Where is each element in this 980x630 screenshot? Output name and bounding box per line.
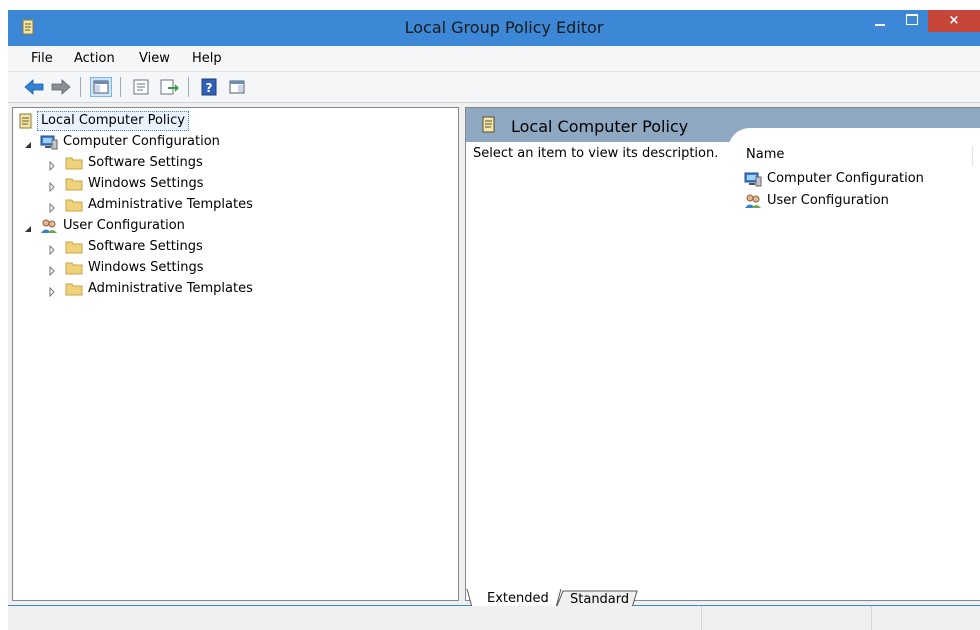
details-pane: Local Computer Policy Select an item to … xyxy=(465,107,980,601)
details-header: Local Computer Policy xyxy=(466,108,980,168)
maximize-button[interactable] xyxy=(898,10,926,32)
computer-icon xyxy=(40,134,58,150)
forward-arrow-icon[interactable] xyxy=(50,77,72,97)
folder-icon xyxy=(65,155,83,171)
menu-action[interactable]: Action xyxy=(74,46,115,71)
application-window: Local Group Policy Editor × File Action … xyxy=(8,10,980,630)
tree-label: Software Settings xyxy=(88,239,203,254)
tree-label: Windows Settings xyxy=(88,176,204,191)
tree-item-user-configuration[interactable]: User Configuration xyxy=(17,216,317,236)
show-hide-tree-icon[interactable] xyxy=(90,77,112,97)
folder-icon xyxy=(65,260,83,276)
collapse-arrow-icon[interactable] xyxy=(23,137,33,148)
tree-label: User Configuration xyxy=(63,218,185,233)
tree-item-computer-configuration[interactable]: Computer Configuration xyxy=(17,132,317,152)
users-icon xyxy=(40,218,58,234)
tree-label: Software Settings xyxy=(88,155,203,170)
tree-label: Computer Configuration xyxy=(63,134,220,149)
list-column-header[interactable]: Name xyxy=(736,144,980,166)
tree-item-windows-settings[interactable]: Windows Settings xyxy=(17,258,317,278)
expand-arrow-icon[interactable] xyxy=(47,284,57,298)
policy-icon xyxy=(17,113,35,129)
toolbar-separator xyxy=(120,77,121,97)
console-tree: Local Computer Policy Computer Configura… xyxy=(12,107,459,601)
tree-label: Windows Settings xyxy=(88,260,204,275)
list-item-user-configuration[interactable]: User Configuration xyxy=(744,191,974,211)
svg-text:?: ? xyxy=(206,81,213,95)
title-bar[interactable]: Local Group Policy Editor × xyxy=(8,10,980,46)
toolbar-separator xyxy=(188,77,189,97)
expand-arrow-icon[interactable] xyxy=(47,263,57,277)
column-name[interactable]: Name xyxy=(746,144,784,166)
toolbar: ? xyxy=(8,72,980,103)
column-separator[interactable] xyxy=(972,146,973,166)
tree-item-windows-settings[interactable]: Windows Settings xyxy=(17,174,317,194)
status-cell xyxy=(701,606,872,630)
expand-arrow-icon[interactable] xyxy=(47,179,57,193)
status-bar xyxy=(8,606,980,630)
folder-icon xyxy=(65,197,83,213)
tree-item-software-settings[interactable]: Software Settings xyxy=(17,237,317,257)
users-icon xyxy=(744,193,762,209)
list-label: User Configuration xyxy=(767,193,889,208)
properties-icon[interactable] xyxy=(130,77,152,97)
export-list-icon[interactable] xyxy=(158,77,180,97)
tree-label: Administrative Templates xyxy=(88,197,253,212)
folder-icon xyxy=(65,176,83,192)
back-arrow-icon[interactable] xyxy=(23,77,45,97)
tree-item-administrative-templates[interactable]: Administrative Templates xyxy=(17,195,317,215)
menu-view[interactable]: View xyxy=(139,46,170,71)
expand-arrow-icon[interactable] xyxy=(47,200,57,214)
expand-arrow-icon[interactable] xyxy=(47,242,57,256)
tree-label: Local Computer Policy xyxy=(37,111,189,131)
window-title: Local Group Policy Editor xyxy=(404,18,604,37)
menu-file[interactable]: File xyxy=(31,46,53,71)
tree-item-software-settings[interactable]: Software Settings xyxy=(17,153,317,173)
details-title: Local Computer Policy xyxy=(511,117,689,136)
help-icon[interactable]: ? xyxy=(198,77,220,97)
tree-item-local-computer-policy[interactable]: Local Computer Policy xyxy=(17,111,317,131)
toolbar-separator xyxy=(80,77,81,97)
tree-label: Administrative Templates xyxy=(88,281,253,296)
description-text: Select an item to view its description. xyxy=(473,146,719,161)
policy-icon xyxy=(480,116,498,134)
collapse-arrow-icon[interactable] xyxy=(23,221,33,232)
folder-icon xyxy=(65,281,83,297)
list-label: Computer Configuration xyxy=(767,171,924,186)
folder-icon xyxy=(65,239,83,255)
minimize-button[interactable] xyxy=(866,10,894,32)
menu-help[interactable]: Help xyxy=(192,46,222,71)
status-cell xyxy=(871,606,980,630)
close-button[interactable]: × xyxy=(928,10,980,32)
computer-icon xyxy=(744,171,762,187)
show-hide-action-pane-icon[interactable] xyxy=(226,77,248,97)
content-area: Local Computer Policy Computer Configura… xyxy=(8,103,980,612)
menu-bar: File Action View Help xyxy=(8,46,980,72)
list-item-computer-configuration[interactable]: Computer Configuration xyxy=(744,169,974,189)
tree-item-administrative-templates[interactable]: Administrative Templates xyxy=(17,279,317,299)
expand-arrow-icon[interactable] xyxy=(47,158,57,172)
